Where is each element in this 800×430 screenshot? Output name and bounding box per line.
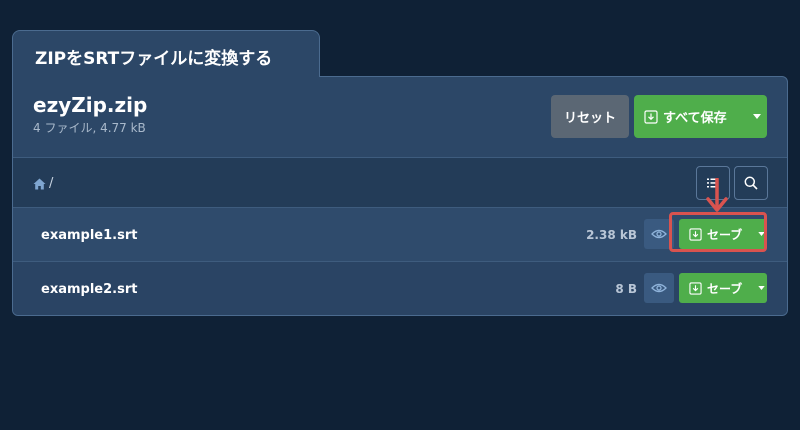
search-icon xyxy=(744,176,758,190)
panel-header: ezyZip.zip 4 ファイル, 4.77 kB リセット すべて保存 xyxy=(13,77,787,157)
download-icon xyxy=(644,109,658,124)
file-size: 2.38 kB xyxy=(586,228,637,242)
file-toolbar: / xyxy=(13,157,787,207)
save-all-label: すべて保存 xyxy=(663,111,727,126)
file-name: example1.srt xyxy=(41,228,138,243)
file-row: example2.srt 8 B セーブ xyxy=(13,261,787,315)
tab-title: ZIPをSRTファイルに変換する xyxy=(35,49,273,69)
eye-icon xyxy=(651,229,667,239)
save-all-button[interactable]: すべて保存 xyxy=(634,95,767,138)
archive-meta: 4 ファイル, 4.77 kB xyxy=(33,121,146,135)
save-button-highlight xyxy=(669,212,767,252)
download-icon xyxy=(689,281,702,295)
arrow-down-icon xyxy=(706,178,728,212)
breadcrumb-separator: / xyxy=(49,176,54,191)
reset-button[interactable]: リセット xyxy=(551,95,629,138)
save-all-dropdown[interactable] xyxy=(746,95,767,138)
eye-icon xyxy=(651,283,667,293)
converter-tab[interactable]: ZIPをSRTファイルに変換する xyxy=(12,30,320,77)
archive-name: ezyZip.zip xyxy=(33,93,148,117)
file-panel: ezyZip.zip 4 ファイル, 4.77 kB リセット すべて保存 / xyxy=(12,76,788,316)
save-button-main[interactable]: セーブ xyxy=(679,273,755,303)
reset-button-label: リセット xyxy=(563,111,616,126)
file-size: 8 B xyxy=(615,282,637,296)
save-dropdown[interactable] xyxy=(755,286,767,290)
caret-down-icon xyxy=(757,286,765,290)
caret-down-icon xyxy=(752,114,761,119)
save-button-label: セーブ xyxy=(707,281,743,296)
breadcrumb: / xyxy=(33,176,53,191)
preview-button[interactable] xyxy=(644,273,674,303)
search-button[interactable] xyxy=(734,166,768,200)
file-name: example2.srt xyxy=(41,282,138,297)
save-all-main[interactable]: すべて保存 xyxy=(634,95,746,138)
home-icon[interactable] xyxy=(33,178,46,190)
save-button[interactable]: セーブ xyxy=(679,273,767,303)
